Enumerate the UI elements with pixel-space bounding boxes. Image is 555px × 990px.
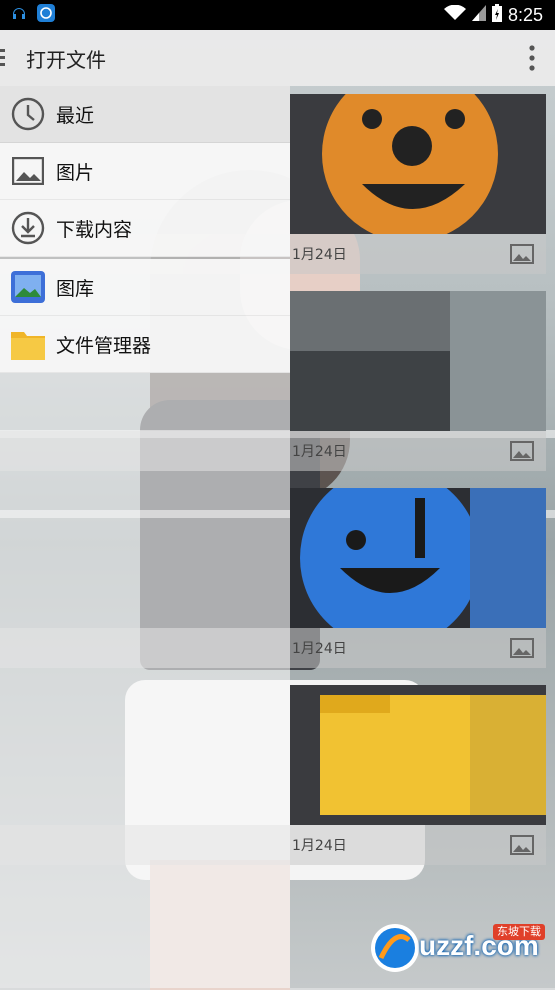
download-icon [10,210,46,246]
status-bar: 8:25 [0,0,555,30]
drawer-item-images[interactable]: 图片 [0,143,290,200]
drawer-item-label: 最近 [56,104,95,127]
headset-notification-icon [10,3,28,27]
drawer-item-label: 下载内容 [56,218,133,241]
drawer-item-recent[interactable]: 最近 [0,86,290,143]
drawer-item-label: 文件管理器 [56,334,152,357]
app-bar: 打开文件 [0,30,555,86]
signal-icon [471,5,486,25]
wifi-icon [443,4,466,25]
file-manager-folder-icon [10,326,46,362]
overflow-menu-icon[interactable] [527,44,537,72]
gallery-app-icon [10,269,46,305]
file-date: 1月24日 [292,247,347,263]
drawer-app-gallery[interactable]: 图库 [0,259,290,316]
image-type-icon [510,835,534,855]
file-date: 1月24日 [292,641,347,657]
status-time: 8:25 [507,4,543,25]
file-date: 1月24日 [292,444,347,460]
image-type-icon [510,441,534,461]
app-notification-icon [36,3,56,27]
uzzf-logo-icon [371,924,419,972]
drawer-menu: 最近 图片 下载内容 [0,86,290,257]
drawer-item-label: 图片 [56,161,95,184]
uzzf-watermark: uzzf.com 东坡下载 [365,918,555,982]
image-type-icon [510,638,534,658]
image-type-icon [510,244,534,264]
navigation-drawer: 最近 图片 下载内容 图库 文件管理器 [0,86,290,988]
drawer-item-label: 图库 [56,277,95,300]
file-date: 1月24日 [292,838,347,854]
drawer-apps: 图库 文件管理器 [0,259,290,373]
drawer-item-downloads[interactable]: 下载内容 [0,200,290,257]
menu-icon[interactable] [0,30,26,86]
drawer-app-file-manager[interactable]: 文件管理器 [0,316,290,373]
battery-icon [491,4,502,26]
clock-icon [10,96,46,132]
image-icon [10,153,46,189]
page-title: 打开文件 [26,47,106,72]
watermark-badge: 东坡下载 [493,924,545,940]
